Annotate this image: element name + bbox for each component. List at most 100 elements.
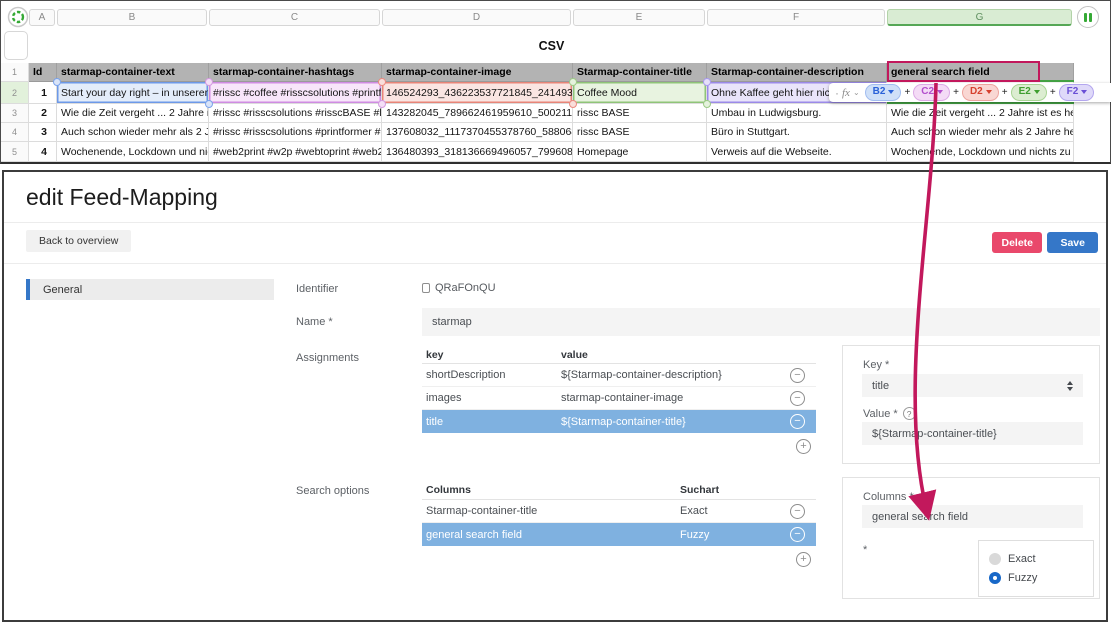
spreadsheet-cell-e2[interactable]: Coffee Mood <box>573 82 707 104</box>
formula-chip-e2[interactable]: E2 <box>1011 84 1047 101</box>
add-row-button[interactable]: + <box>796 552 811 567</box>
selection-handle[interactable] <box>205 78 213 86</box>
name-input[interactable]: starmap <box>422 308 1100 336</box>
sidebar-item-general[interactable]: General <box>26 279 274 300</box>
assignments-add-row: + <box>422 433 816 454</box>
column-letter-b[interactable]: B <box>57 9 207 26</box>
spreadsheet-cell[interactable]: 2 <box>29 104 57 123</box>
spreadsheet-cell[interactable]: 137608032_1117370455378760_5880684 <box>382 123 573 142</box>
column-letter-a[interactable]: A <box>29 9 55 26</box>
selection-handle[interactable] <box>703 100 711 108</box>
chip-dropdown-icon[interactable] <box>888 90 894 94</box>
search-option-row-selected[interactable]: general search field Fuzzy − <box>422 523 816 546</box>
selection-handle[interactable] <box>378 78 386 86</box>
selection-handle[interactable] <box>205 100 213 108</box>
chip-dropdown-icon[interactable] <box>937 90 943 94</box>
row-number[interactable]: 1 <box>1 63 29 82</box>
pause-icon[interactable] <box>1077 6 1099 28</box>
formula-chip-c2[interactable]: C2 <box>913 84 950 101</box>
spreadsheet-cell[interactable]: 3 <box>29 123 57 142</box>
radio-option-fuzzy[interactable]: Fuzzy <box>989 568 1093 587</box>
help-icon[interactable]: ? <box>903 407 916 420</box>
spreadsheet-cell-d2[interactable]: 146524293_436223537721845_24149321 <box>382 82 573 104</box>
spreadsheet-cell[interactable]: 136480393_318136669496057_79960885 <box>382 142 573 162</box>
columns-input[interactable]: general search field <box>862 505 1083 528</box>
formula-drag-handle-icon[interactable]: · <box>835 88 839 98</box>
spreadsheet-cell[interactable]: 1 <box>29 82 57 104</box>
selection-handle[interactable] <box>378 100 386 108</box>
spreadsheet-cell-b2[interactable]: Start your day right – in unserem F <box>57 82 209 104</box>
selection-handle[interactable] <box>569 78 577 86</box>
sheet-row-5: 5 4 Wochenende, Lockdown und nich #web2p… <box>1 142 1074 162</box>
column-header-cell[interactable]: starmap-container-image <box>382 63 573 82</box>
spreadsheet-cell[interactable]: Wie die Zeit vergeht ... 2 Jahre ist <box>57 104 209 123</box>
spreadsheet-cell[interactable]: #rissc #risscsolutions #risscBASE #lu <box>209 104 382 123</box>
chevron-down-icon[interactable]: ⌄ <box>853 88 860 97</box>
spreadsheet-cell[interactable]: #rissc #risscsolutions #printformer #p <box>209 123 382 142</box>
table-handle-icon[interactable] <box>7 6 29 28</box>
spreadsheet-cell[interactable]: Wochenende, Lockdown und nichts zu t <box>887 142 1074 162</box>
back-to-overview-button[interactable]: Back to overview <box>26 230 131 252</box>
row-number[interactable]: 5 <box>1 142 29 162</box>
selection-handle[interactable] <box>703 78 711 86</box>
column-letter-f[interactable]: F <box>707 9 885 26</box>
column-header-cell[interactable]: Starmap-container-description <box>707 63 887 82</box>
formula-chip-d2[interactable]: D2 <box>962 84 999 101</box>
remove-row-button[interactable]: − <box>790 368 805 383</box>
search-options-table: Columns Suchart Starmap-container-title … <box>422 481 816 567</box>
spreadsheet-cell[interactable]: Auch schon wieder mehr als 2 Jahre her <box>887 123 1074 142</box>
assignment-row[interactable]: shortDescription ${Starmap-container-des… <box>422 364 816 387</box>
key-select[interactable]: title <box>862 374 1083 397</box>
row-number[interactable]: 2 <box>1 82 29 104</box>
key-label: Key * <box>863 359 889 371</box>
spreadsheet-cell[interactable]: #web2print #w2p #webtoprint #web2 <box>209 142 382 162</box>
column-header-cell[interactable]: starmap-container-text <box>57 63 209 82</box>
add-row-button[interactable]: + <box>796 439 811 454</box>
column-header-cell[interactable]: starmap-container-hashtags <box>209 63 382 82</box>
spreadsheet-cell[interactable]: rissc BASE <box>573 104 707 123</box>
save-button[interactable]: Save <box>1047 232 1098 253</box>
chip-dropdown-icon[interactable] <box>986 90 992 94</box>
formula-chip-b2[interactable]: B2 <box>865 84 902 101</box>
sheet-title: CSV <box>29 39 1074 53</box>
value-input[interactable]: ${Starmap-container-title} <box>862 422 1083 445</box>
stepper-icon[interactable] <box>1067 381 1073 391</box>
radio-unselected-icon[interactable] <box>989 553 1001 565</box>
spreadsheet-cell[interactable]: 143282045_789662461959610_50021140 <box>382 104 573 123</box>
spreadsheet-cell[interactable]: Homepage <box>573 142 707 162</box>
assignment-row-selected[interactable]: title ${Starmap-container-title} − <box>422 410 816 433</box>
column-letter-g-selected[interactable]: G <box>887 9 1072 26</box>
row-number[interactable]: 3 <box>1 104 29 123</box>
spreadsheet-cell[interactable]: Auch schon wieder mehr als 2 Jah <box>57 123 209 142</box>
chip-dropdown-icon[interactable] <box>1034 90 1040 94</box>
radio-option-exact[interactable]: Exact <box>989 549 1093 568</box>
remove-row-button[interactable]: − <box>790 414 805 429</box>
remove-row-button[interactable]: − <box>790 391 805 406</box>
assignment-row[interactable]: images starmap-container-image − <box>422 387 816 410</box>
search-option-row[interactable]: Starmap-container-title Exact − <box>422 500 816 523</box>
spreadsheet-cell[interactable]: Verweis auf die Webseite. <box>707 142 887 162</box>
selection-handle[interactable] <box>569 100 577 108</box>
spreadsheet-cell[interactable]: Wie die Zeit vergeht ... 2 Jahre ist es … <box>887 104 1074 123</box>
spreadsheet-cell[interactable]: Umbau in Ludwigsburg. <box>707 104 887 123</box>
spreadsheet-cell[interactable]: Büro in Stuttgart. <box>707 123 887 142</box>
remove-row-button[interactable]: − <box>790 527 805 542</box>
spreadsheet-cell-c2[interactable]: #rissc #coffee #risscsolutions #printfo <box>209 82 382 104</box>
divider <box>4 263 1106 264</box>
spreadsheet-cell[interactable]: rissc BASE <box>573 123 707 142</box>
chip-dropdown-icon[interactable] <box>1081 90 1087 94</box>
spreadsheet-cell[interactable]: Wochenende, Lockdown und nich <box>57 142 209 162</box>
formula-chip-f2[interactable]: F2 <box>1059 84 1095 101</box>
remove-row-button[interactable]: − <box>790 504 805 519</box>
delete-button[interactable]: Delete <box>992 232 1042 253</box>
radio-selected-icon[interactable] <box>989 572 1001 584</box>
column-header-cell[interactable]: Starmap-container-title <box>573 63 707 82</box>
row-number[interactable]: 4 <box>1 123 29 142</box>
column-letter-d[interactable]: D <box>382 9 571 26</box>
selection-handle[interactable] <box>53 78 61 86</box>
copy-icon[interactable] <box>422 283 430 293</box>
spreadsheet-cell[interactable]: 4 <box>29 142 57 162</box>
column-letter-c[interactable]: C <box>209 9 380 26</box>
formula-editor[interactable]: · fx ⌄ B2 + C2 + D2 + E2 + F2 <box>829 83 1111 102</box>
column-letter-e[interactable]: E <box>573 9 705 26</box>
